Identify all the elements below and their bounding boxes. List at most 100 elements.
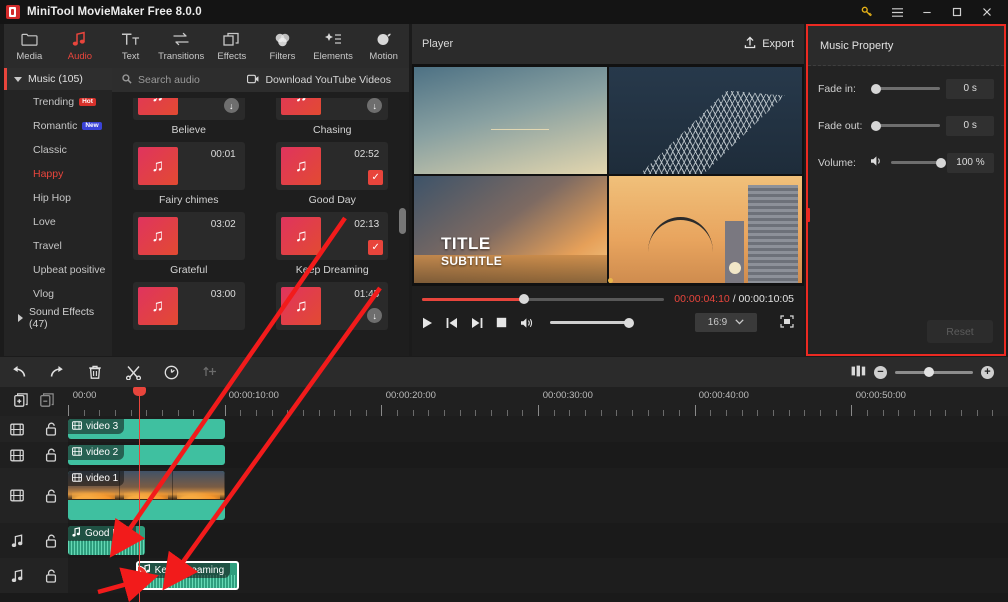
timeline-clip[interactable]: video 3 bbox=[68, 419, 225, 439]
unlock-icon[interactable] bbox=[34, 569, 68, 583]
sidebar-item-travel[interactable]: Travel bbox=[4, 234, 112, 258]
timeline-clip[interactable]: video 2 bbox=[68, 445, 225, 465]
audio-card-grateful[interactable]: ♫ 03:02 Grateful bbox=[124, 212, 254, 277]
maximize-icon[interactable] bbox=[942, 0, 972, 24]
track-lane[interactable]: video 2 bbox=[68, 442, 1008, 468]
volume-slider[interactable] bbox=[890, 157, 946, 168]
tab-motion[interactable]: Motion bbox=[358, 24, 409, 68]
close-icon[interactable] bbox=[972, 0, 1002, 24]
track-lane[interactable]: Keep Dreaming bbox=[68, 558, 1008, 593]
download-icon[interactable]: ↓ bbox=[367, 308, 383, 323]
unlock-icon[interactable] bbox=[34, 422, 68, 436]
audio-card-partial[interactable]: ♫ ↓ Chasing bbox=[268, 98, 398, 137]
stop-button[interactable] bbox=[496, 317, 507, 328]
zoom-knob[interactable] bbox=[924, 367, 935, 377]
remove-track-icon[interactable] bbox=[40, 393, 54, 410]
aspect-ratio-select[interactable]: 16:9 bbox=[695, 313, 757, 332]
unlock-icon[interactable] bbox=[34, 534, 68, 548]
volume-icon[interactable] bbox=[520, 317, 533, 329]
split-button[interactable] bbox=[114, 365, 152, 380]
download-icon[interactable]: ↓ bbox=[367, 98, 383, 113]
seek-slider[interactable] bbox=[422, 294, 665, 304]
sidebar-item-hip-hop[interactable]: Hip Hop bbox=[4, 186, 112, 210]
undo-button[interactable] bbox=[0, 365, 38, 379]
sidebar-item-classic[interactable]: Classic bbox=[4, 138, 112, 162]
redo-button[interactable] bbox=[38, 365, 76, 379]
audio-card-row4-right[interactable]: ♫ 01:45 ↓ bbox=[268, 282, 398, 330]
preview-stage[interactable]: TITLE SUBTITLE bbox=[412, 64, 804, 286]
fit-to-window-icon[interactable] bbox=[851, 365, 866, 380]
reset-button[interactable]: Reset bbox=[927, 320, 993, 343]
audio-card-partial[interactable]: ♫ ↓ Believe bbox=[124, 98, 254, 137]
fade-in-knob[interactable] bbox=[871, 83, 882, 94]
tab-filters[interactable]: Filters bbox=[257, 24, 308, 68]
timeline-clip[interactable]: Keep Dreaming bbox=[135, 561, 240, 590]
volume-icon[interactable] bbox=[870, 155, 883, 170]
library-scrollbar-thumb[interactable] bbox=[399, 208, 406, 234]
sidebar-item-trending[interactable]: Trending Hot bbox=[4, 90, 112, 114]
volume-knob[interactable] bbox=[935, 157, 946, 168]
volume-knob[interactable] bbox=[624, 317, 634, 328]
tab-elements[interactable]: Elements bbox=[308, 24, 359, 68]
speed-button[interactable] bbox=[152, 365, 190, 380]
playhead[interactable] bbox=[133, 387, 147, 602]
next-frame-button[interactable] bbox=[471, 317, 483, 329]
tab-audio[interactable]: Audio bbox=[55, 24, 106, 68]
sidebar-sound-effects[interactable]: Sound Effects (47) bbox=[4, 306, 112, 330]
play-button[interactable] bbox=[422, 317, 433, 329]
zoom-in-button[interactable]: + bbox=[981, 365, 994, 379]
download-icon[interactable]: ↓ bbox=[223, 98, 239, 113]
sidebar-item-romantic[interactable]: Romantic New bbox=[4, 114, 112, 138]
audio-card-fairy-chimes[interactable]: ♫ 00:01 Fairy chimes bbox=[124, 142, 254, 207]
timeline-clip[interactable]: Good Day bbox=[68, 526, 146, 555]
audio-card[interactable]: ♫ 02:13 ✓ bbox=[276, 212, 389, 260]
panel-collapse-handle[interactable] bbox=[806, 208, 810, 222]
timeline-clip[interactable]: video 1 bbox=[68, 471, 225, 520]
download-youtube-button[interactable]: Download YouTube Videos bbox=[247, 74, 409, 87]
sidebar-item-happy[interactable]: Happy bbox=[4, 162, 112, 186]
audio-card-keep-dreaming[interactable]: ♫ 02:13 ✓ Keep Dreaming bbox=[268, 212, 398, 277]
fade-out-knob[interactable] bbox=[871, 120, 882, 131]
key-icon[interactable] bbox=[852, 0, 882, 24]
tab-effects[interactable]: Effects bbox=[207, 24, 258, 68]
add-track-icon[interactable] bbox=[14, 393, 28, 410]
zoom-out-button[interactable]: − bbox=[874, 365, 887, 379]
volume-slider[interactable] bbox=[550, 317, 634, 328]
add-marker-button[interactable] bbox=[190, 365, 228, 379]
audio-card[interactable]: ♫ 01:45 ↓ bbox=[276, 282, 389, 330]
audio-card[interactable]: ♫ 03:02 bbox=[132, 212, 245, 260]
sidebar-music-header[interactable]: Music (105) bbox=[4, 68, 112, 90]
fade-in-slider[interactable] bbox=[871, 83, 941, 94]
sidebar-item-vlog[interactable]: Vlog bbox=[4, 282, 112, 306]
export-button[interactable]: Export bbox=[744, 36, 794, 52]
timeline-ruler[interactable]: 00:00 00:00:10:00 00:00:20:00 00:00:30:00 00… bbox=[0, 387, 1008, 416]
tab-media[interactable]: Media bbox=[4, 24, 55, 68]
menu-icon[interactable] bbox=[882, 0, 912, 24]
minimize-icon[interactable] bbox=[912, 0, 942, 24]
previous-frame-button[interactable] bbox=[446, 317, 458, 329]
fade-out-value[interactable]: 0 s bbox=[946, 115, 994, 136]
audio-card-row4-left[interactable]: ♫ 03:00 bbox=[124, 282, 254, 330]
audio-card-good-day[interactable]: ♫ 02:52 ✓ Good Day bbox=[268, 142, 398, 207]
track-lane[interactable]: Good Day bbox=[68, 523, 1008, 558]
audio-card[interactable]: ♫ 02:52 ✓ bbox=[276, 142, 389, 190]
tab-transitions[interactable]: Transitions bbox=[156, 24, 207, 68]
unlock-icon[interactable] bbox=[34, 448, 68, 462]
track-lane[interactable]: video 1 bbox=[68, 468, 1008, 523]
fade-out-slider[interactable] bbox=[871, 120, 941, 131]
zoom-slider[interactable] bbox=[895, 367, 973, 377]
audio-card[interactable]: ♫ 03:00 bbox=[132, 282, 245, 330]
track-lane[interactable]: video 3 bbox=[68, 416, 1008, 442]
sidebar-item-upbeat-positive[interactable]: Upbeat positive bbox=[4, 258, 112, 282]
volume-value[interactable]: 100 % bbox=[946, 152, 994, 173]
fullscreen-button[interactable] bbox=[780, 314, 794, 331]
sidebar-item-love[interactable]: Love bbox=[4, 210, 112, 234]
delete-button[interactable] bbox=[76, 365, 114, 380]
seek-knob[interactable] bbox=[518, 294, 529, 304]
fade-in-value[interactable]: 0 s bbox=[946, 78, 994, 99]
tab-text[interactable]: Text bbox=[105, 24, 156, 68]
unlock-icon[interactable] bbox=[34, 489, 68, 503]
export-label: Export bbox=[762, 38, 794, 50]
audio-card[interactable]: ♫ 00:01 bbox=[132, 142, 245, 190]
search-input[interactable]: Search audio bbox=[112, 73, 200, 87]
